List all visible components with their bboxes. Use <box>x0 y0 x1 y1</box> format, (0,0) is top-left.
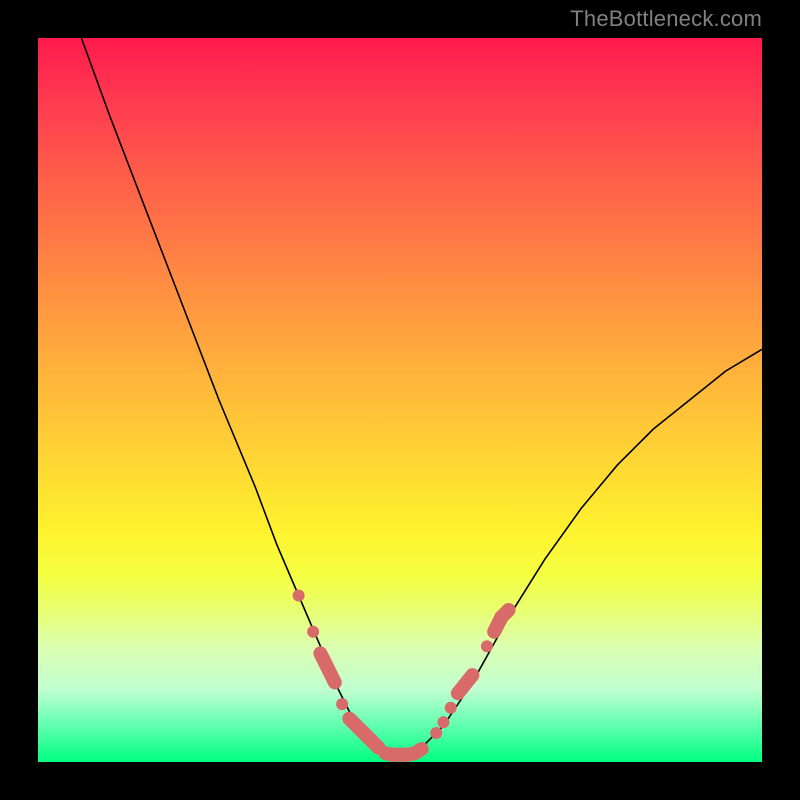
chart-background <box>38 38 762 762</box>
watermark-text: TheBottleneck.com <box>570 6 762 32</box>
